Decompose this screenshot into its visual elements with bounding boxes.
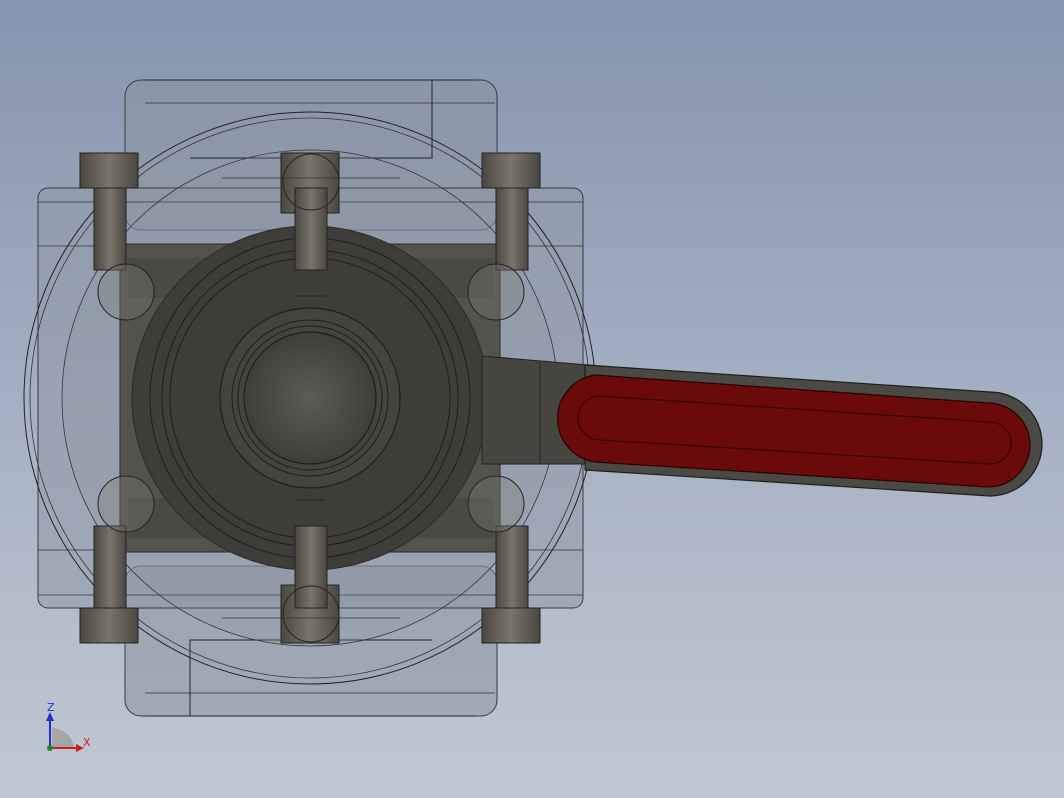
x-axis-label: X — [83, 736, 91, 749]
z-axis-label: Z — [47, 701, 55, 714]
coordinate-triad: Z X — [46, 701, 91, 752]
cad-viewport[interactable]: Z X — [0, 0, 1064, 798]
